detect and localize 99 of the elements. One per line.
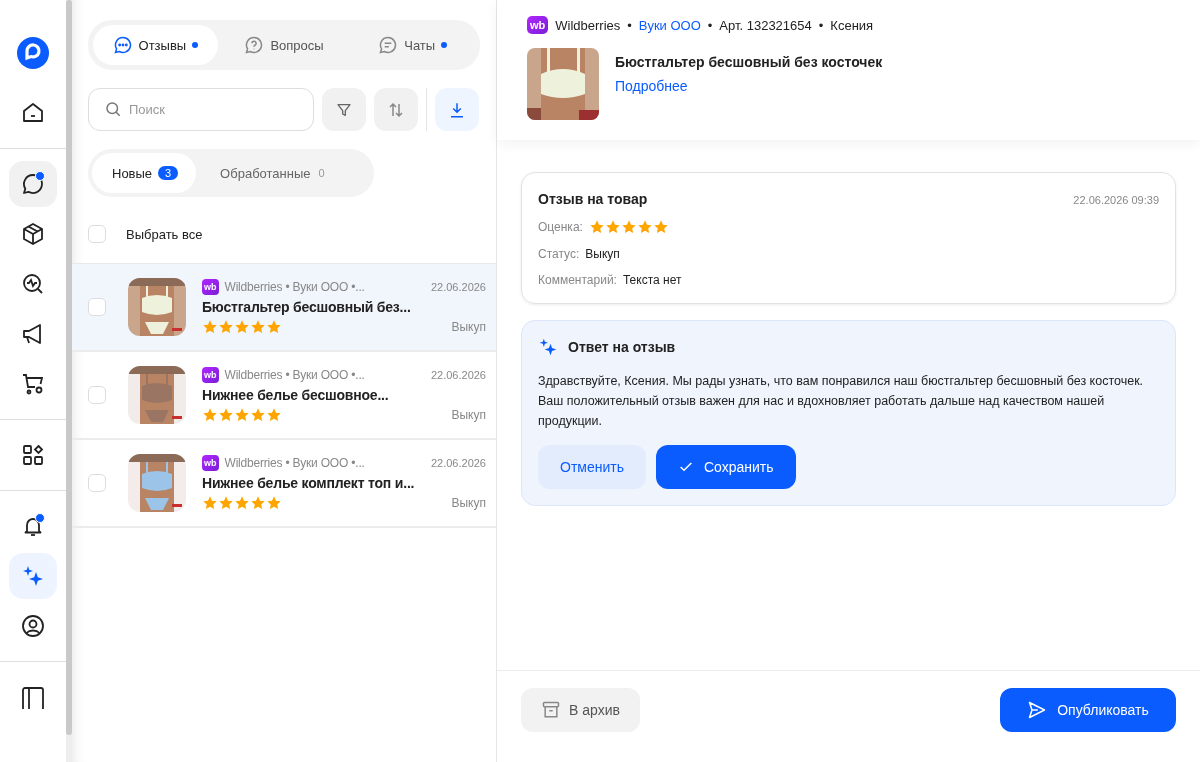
review-list-item[interactable]: wb Wildberries • Вуки ООО •... 22.06.2026 Нижнее белье бесшовное... Выкуп (72, 352, 496, 440)
details-link[interactable]: Подробнее (615, 78, 688, 94)
count-badge: 3 (158, 166, 179, 180)
review-source: Wildberries • Вуки ООО •... (224, 456, 366, 470)
star-icon (250, 407, 266, 423)
filter-tab[interactable]: Обработанные 0 (200, 153, 345, 193)
status-value: Выкуп (585, 247, 620, 261)
star-icon (652, 219, 669, 235)
send-icon (1027, 700, 1048, 720)
separator-dot: • (707, 17, 713, 33)
product-title: Бюстгальтер бесшовный без... (202, 299, 412, 315)
card-title: Отзыв на товар (538, 191, 648, 207)
marketplace-badge: wb (202, 279, 219, 295)
marketplace-badge: wb (202, 455, 219, 471)
review-date: 22.06.2026 (430, 281, 486, 293)
review-source: Wildberries • Вуки ООО •... (224, 368, 366, 382)
meta-text: Арт. 132321654 (719, 17, 812, 33)
answer-text: Здравствуйте, Ксения. Мы рады узнать, что вам понравился наш бюстгальтер бесшовный без косточек. Ваш положительный отзыв важен для нас и вдохновляет работать дальше над качеством нашей продукции. (538, 373, 1145, 430)
user-icon (21, 614, 45, 638)
card-title: Ответ на отзыв (568, 339, 676, 355)
star-icon (266, 495, 282, 511)
tab[interactable]: Чаты (350, 25, 475, 65)
cancel-button[interactable]: Отменить (538, 445, 646, 489)
star-icon (620, 219, 637, 235)
product-title: Бюстгальтер бесшовный без косточек (615, 54, 883, 70)
apps-icon (21, 443, 45, 467)
star-icon (202, 407, 218, 423)
status-label: Статус: (538, 247, 580, 261)
comment-value: Текста нет (622, 273, 682, 287)
sort-icon (387, 100, 405, 119)
review-status: Выкуп (451, 496, 486, 510)
review-date: 22.06.2026 (430, 457, 486, 469)
seller-link[interactable]: Вуки ООО (638, 17, 701, 33)
count-label: 0 (317, 167, 326, 179)
star-icon (250, 319, 266, 335)
star-icon (588, 219, 605, 235)
meta-text: Wildberries (555, 17, 621, 33)
checkbox[interactable] (88, 225, 106, 243)
star-icon (202, 319, 218, 335)
marketplace-badge: wb (527, 16, 549, 34)
home-icon (21, 101, 45, 125)
sparkle-icon (538, 337, 558, 357)
star-icon (234, 495, 250, 511)
star-icon (266, 319, 282, 335)
comment-label: Комментарий: (538, 273, 617, 287)
archive-button[interactable]: В архив (521, 688, 640, 732)
review-list-item[interactable]: wb Wildberries • Вуки ООО •... 22.06.2026 Бюстгальтер бесшовный без... Выкуп (72, 264, 496, 352)
download-button[interactable] (435, 88, 479, 131)
search-icon (104, 100, 122, 118)
checkbox[interactable] (88, 474, 106, 492)
star-icon (250, 495, 266, 511)
select-all-label: Выбрать все (126, 226, 203, 242)
star-icon (604, 219, 621, 235)
sidebar-item[interactable] (9, 161, 57, 207)
notification-dot (35, 513, 45, 523)
box-icon (21, 222, 45, 246)
notification-dot (35, 171, 45, 181)
star-icon (636, 219, 653, 235)
publish-button[interactable]: Опубликовать (1000, 688, 1176, 732)
save-button[interactable]: Сохранить (656, 445, 796, 489)
star-icon (266, 407, 282, 423)
product-title: Нижнее белье бесшовное... (202, 387, 390, 403)
tab[interactable]: Вопросы (221, 25, 347, 65)
review-source: Wildberries • Вуки ООО •... (224, 280, 366, 294)
logo-icon (16, 36, 50, 70)
marketplace-badge: wb (202, 367, 219, 383)
product-title: Нижнее белье комплект топ и... (202, 475, 416, 491)
review-date: 22.06.2026 09:39 (1073, 194, 1159, 206)
checkbox[interactable] (88, 298, 106, 316)
separator-dot: • (818, 17, 824, 33)
star-icon (218, 495, 234, 511)
star-icon (202, 495, 218, 511)
separator-dot: • (627, 17, 632, 33)
chat-lines-icon (378, 35, 399, 55)
scrollbar-thumb[interactable] (66, 0, 72, 735)
star-icon (218, 319, 234, 335)
chat-icon (21, 172, 45, 196)
magnifier-chart-icon (21, 272, 45, 296)
download-icon (448, 100, 466, 119)
review-list-item[interactable]: wb Wildberries • Вуки ООО •... 22.06.2026 Нижнее белье комплект топ и... Выкуп (72, 440, 496, 528)
question-icon (244, 35, 265, 55)
archive-box-icon (541, 700, 561, 720)
star-icon (234, 407, 250, 423)
search-field[interactable]: Поиск (88, 88, 314, 131)
star-icon (218, 407, 234, 423)
filter-tab[interactable]: Новые 3 (92, 153, 197, 193)
checkbox[interactable] (88, 386, 106, 404)
meta-text: Ксения (830, 17, 874, 33)
review-date: 22.06.2026 (430, 369, 486, 381)
chat-dots-icon (112, 35, 133, 55)
review-status: Выкуп (451, 408, 486, 422)
star-icon (234, 319, 250, 335)
filter-icon (336, 101, 352, 118)
sort-button[interactable] (374, 88, 418, 131)
sidebar-toggle-icon (21, 685, 45, 709)
filter-button[interactable] (322, 88, 366, 131)
review-status: Выкуп (451, 320, 486, 334)
tab[interactable]: Отзывы (93, 25, 218, 65)
rating-label: Оценка: (538, 220, 583, 234)
